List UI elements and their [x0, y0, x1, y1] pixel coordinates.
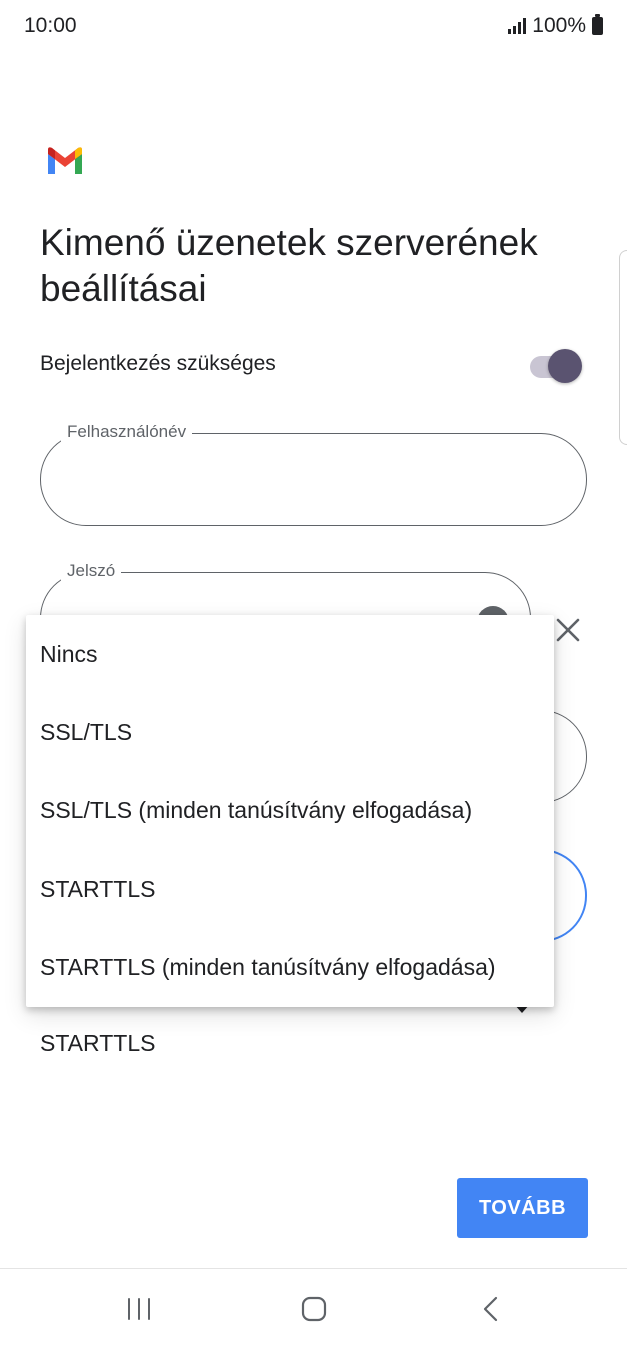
security-type-select[interactable]: STARTTLS	[40, 1030, 580, 1066]
signal-icon	[508, 18, 527, 34]
toggle-thumb	[548, 349, 582, 383]
menu-item-starttls-accept-all[interactable]: STARTTLS (minden tanúsítvány elfogadása)	[26, 929, 554, 1007]
login-required-toggle[interactable]	[530, 349, 582, 383]
next-button[interactable]: TOVÁBB	[457, 1178, 588, 1238]
username-field[interactable]: Felhasználónév	[40, 421, 587, 526]
scroll-indicator	[619, 250, 627, 445]
status-time: 10:00	[24, 14, 77, 37]
password-label: Jelszó	[61, 560, 122, 582]
menu-item-starttls[interactable]: STARTTLS	[26, 850, 554, 928]
menu-item-ssl-tls[interactable]: SSL/TLS	[26, 693, 554, 771]
navigation-bar	[0, 1268, 627, 1346]
home-icon[interactable]	[300, 1295, 328, 1323]
back-icon[interactable]	[478, 1295, 502, 1323]
username-input[interactable]	[65, 464, 562, 498]
screen: 10:00 100% Kimenő üzenetek szerverének b…	[0, 0, 627, 1346]
status-icons: 100%	[508, 14, 603, 38]
login-required-label: Bejelentkezés szükséges	[40, 352, 276, 375]
recents-icon[interactable]	[125, 1297, 153, 1321]
battery-percent: 100%	[532, 14, 586, 37]
gmail-logo-icon	[48, 147, 82, 174]
battery-icon	[592, 14, 603, 35]
menu-item-none[interactable]: Nincs	[26, 615, 554, 693]
close-icon[interactable]	[552, 614, 584, 646]
menu-item-ssl-tls-accept-all[interactable]: SSL/TLS (minden tanúsítvány elfogadása)	[26, 772, 554, 850]
username-label: Felhasználónév	[61, 421, 193, 443]
security-type-value: STARTTLS	[40, 1030, 156, 1056]
security-type-menu: Nincs SSL/TLS SSL/TLS (minden tanúsítván…	[26, 615, 554, 1007]
page-title: Kimenő üzenetek szerverének beállításai	[40, 222, 538, 309]
